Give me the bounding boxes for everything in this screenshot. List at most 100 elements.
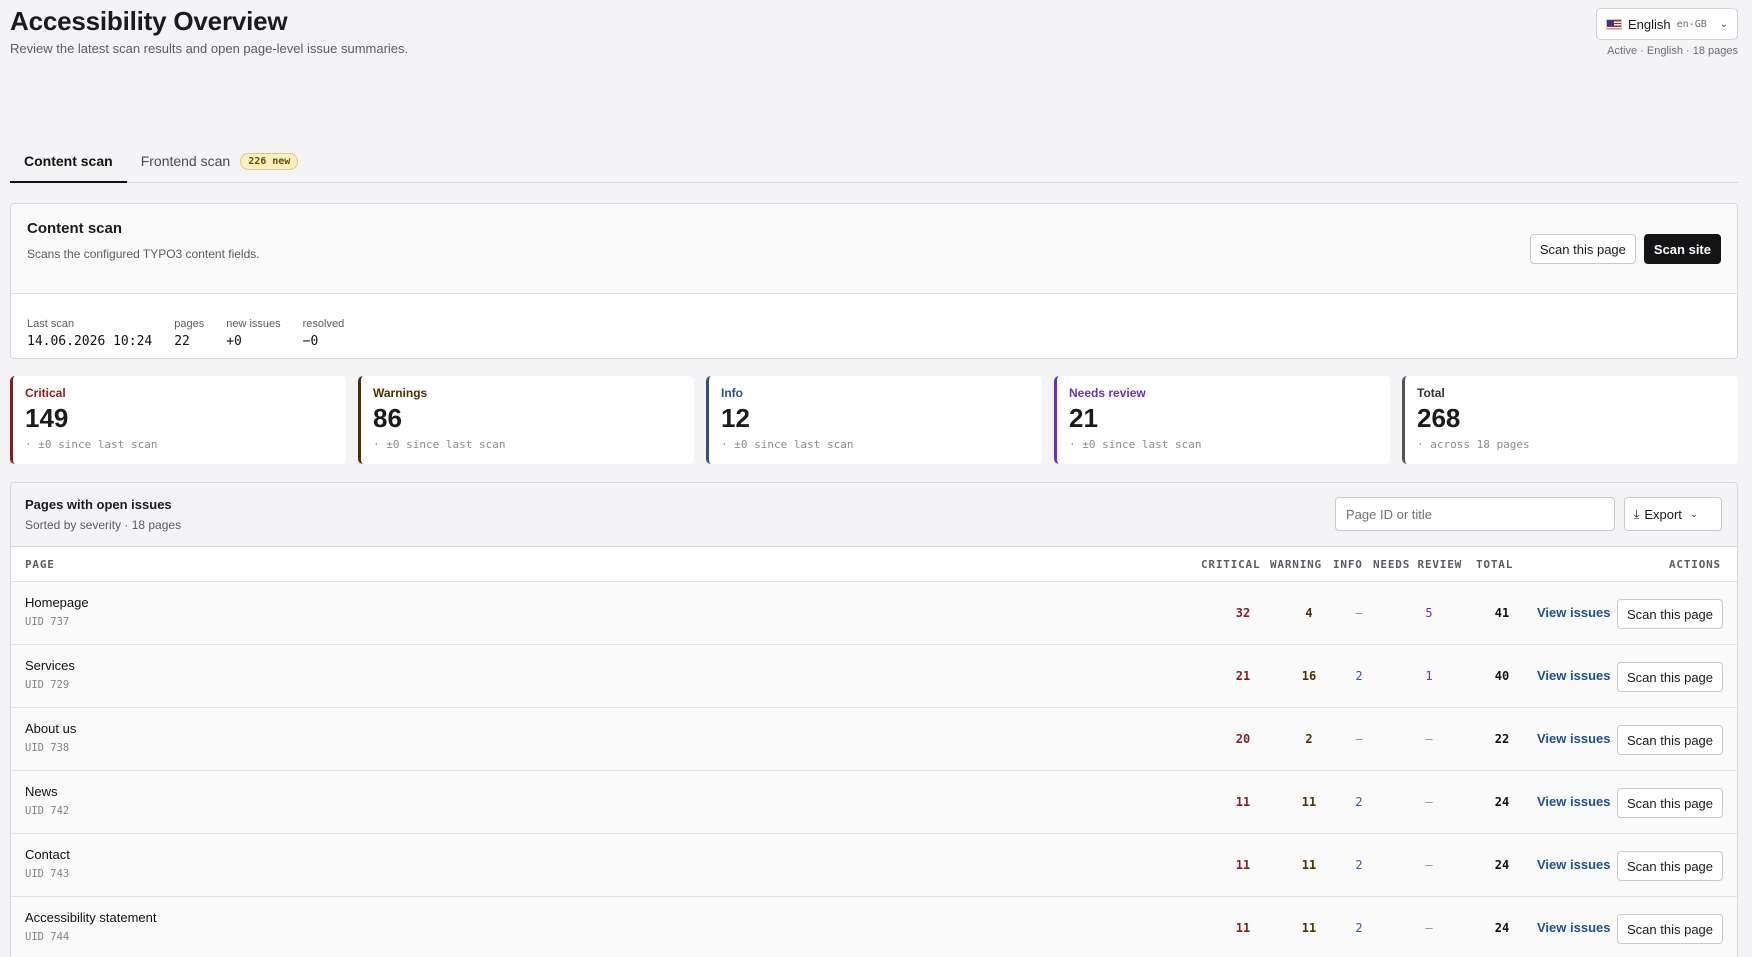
meta-last-scan: Last scan 14.06.2026 10:24 (27, 318, 153, 349)
stat-value: 268 (1417, 403, 1461, 433)
page-name[interactable]: Homepage (25, 595, 89, 610)
page-name[interactable]: Accessibility statement (25, 910, 157, 925)
col-actions: ACTIONS (1669, 558, 1721, 571)
col-info[interactable]: INFO (1333, 558, 1363, 571)
warning-count: 11 (1301, 795, 1317, 809)
stat-delta: · ±0 since last scan (25, 437, 158, 451)
critical-count: 11 (1235, 858, 1251, 872)
needs-review-count: 5 (1425, 606, 1433, 620)
scan-panel-description: Scans the configured TYPO3 content field… (27, 247, 260, 261)
col-total[interactable]: TOTAL (1476, 558, 1513, 571)
table-row[interactable]: About us UID 738 20 2 – – 22 View issues Scan th… (11, 708, 1737, 771)
meta-pages: pages 22 (174, 318, 205, 349)
total-count: 41 (1494, 606, 1510, 620)
col-warning[interactable]: WARNING (1270, 558, 1322, 571)
page-name[interactable]: Services (25, 658, 75, 673)
tab-frontend-scan[interactable]: Frontend scan 226 new (127, 143, 313, 183)
scan-site-button[interactable]: Scan site (1643, 234, 1721, 264)
page-subtitle: Review the latest scan results and open … (10, 41, 409, 56)
needs-review-count: – (1425, 921, 1433, 935)
stat-delta: · ±0 since last scan (721, 437, 854, 451)
meta-resolved: resolved −0 (302, 318, 345, 349)
new-count-badge: 226 new (240, 153, 299, 170)
table-title: Pages with open issues (25, 497, 172, 512)
warning-count: 2 (1305, 732, 1313, 746)
warning-count: 4 (1305, 606, 1313, 620)
table-row[interactable]: Services UID 729 21 16 2 1 40 View issues Scan t… (11, 645, 1737, 708)
language-code: en-GB (1676, 18, 1707, 30)
stat-warnings: Warnings 86 · ±0 since last scan (358, 376, 694, 464)
col-needs-review[interactable]: NEEDS REVIEW (1373, 558, 1462, 571)
stat-info: Info 12 · ±0 since last scan (706, 376, 1042, 464)
content-scan-panel: Content scan Scans the configured TYPO3 … (10, 203, 1738, 359)
page-uid: UID 743 (25, 868, 70, 880)
info-count: 2 (1355, 669, 1363, 683)
scan-page-button[interactable]: Scan this page (1617, 725, 1724, 755)
tab-label: Content scan (24, 153, 113, 169)
col-critical[interactable]: CRITICAL (1201, 558, 1260, 571)
scan-page-button[interactable]: Scan this page (1617, 914, 1724, 944)
table-body: Homepage UID 737 32 4 – 5 41 View issues Scan th… (11, 582, 1737, 957)
table-row[interactable]: Contact UID 743 11 11 2 – 24 View issues Scan th… (11, 834, 1737, 897)
page-uid: UID 742 (25, 805, 70, 817)
page-name[interactable]: News (25, 784, 58, 799)
table-row[interactable]: Accessibility statement UID 744 11 11 2 – 24 Vi… (11, 897, 1737, 957)
us-flag-icon (1606, 18, 1622, 30)
col-page[interactable]: PAGE (25, 558, 55, 571)
stat-value: 86 (373, 403, 402, 433)
stat-value: 12 (721, 403, 750, 433)
page-title: Accessibility Overview (10, 6, 288, 36)
scan-page-button[interactable]: Scan this page (1617, 788, 1724, 818)
total-count: 22 (1494, 732, 1510, 746)
page-name[interactable]: Contact (25, 847, 70, 862)
view-issues-link[interactable]: View issues (1537, 857, 1610, 872)
info-count: 2 (1355, 858, 1363, 872)
view-issues-link[interactable]: View issues (1537, 668, 1610, 683)
view-issues-link[interactable]: View issues (1537, 794, 1610, 809)
stat-label: Warnings (373, 386, 428, 400)
table-row[interactable]: Homepage UID 737 32 4 – 5 41 View issues Scan th… (11, 582, 1737, 645)
chevron-down-icon: ⌄ (1689, 508, 1699, 520)
critical-count: 21 (1235, 669, 1251, 683)
table-row[interactable]: News UID 742 11 11 2 – 24 View issues Scan this … (11, 771, 1737, 834)
scan-page-button[interactable]: Scan this page (1617, 851, 1724, 881)
page-uid: UID 729 (25, 679, 70, 691)
meta-new-issues: new issues +0 (226, 318, 281, 349)
chevron-down-icon: ⌄ (1719, 18, 1728, 30)
scan-page-button[interactable]: Scan this page (1617, 599, 1724, 629)
severity-stats: Critical 149 · ±0 since last scan Warnin… (10, 376, 1738, 464)
total-count: 24 (1494, 858, 1510, 872)
total-count: 40 (1494, 669, 1510, 683)
stat-needs-review: Needs review 21 · ±0 since last scan (1054, 376, 1390, 464)
tab-content-scan[interactable]: Content scan (10, 143, 127, 183)
scan-meta: Last scan 14.06.2026 10:24 pages 22 new … (27, 318, 344, 349)
scan-this-page-button[interactable]: Scan this page (1529, 234, 1636, 264)
warning-count: 11 (1301, 921, 1317, 935)
stat-delta: · ±0 since last scan (1069, 437, 1202, 451)
needs-review-count: – (1425, 858, 1433, 872)
page-search-input[interactable] (1335, 497, 1615, 531)
scan-page-button[interactable]: Scan this page (1617, 662, 1724, 692)
language-select[interactable]: English en-GB ⌄ (1596, 8, 1738, 40)
stat-critical: Critical 149 · ±0 since last scan (10, 376, 346, 464)
view-issues-link[interactable]: View issues (1537, 605, 1610, 620)
view-issues-link[interactable]: View issues (1537, 731, 1610, 746)
critical-count: 32 (1235, 606, 1251, 620)
stat-label: Info (721, 386, 743, 400)
critical-count: 11 (1235, 921, 1251, 935)
needs-review-count: – (1425, 795, 1433, 809)
export-label: Export (1644, 506, 1682, 522)
page-name[interactable]: About us (25, 721, 76, 736)
warning-count: 16 (1301, 669, 1317, 683)
stat-label: Total (1417, 386, 1445, 400)
info-count: – (1355, 606, 1363, 620)
info-count: 2 (1355, 795, 1363, 809)
language-label: English (1628, 16, 1671, 32)
info-count: 2 (1355, 921, 1363, 935)
stat-label: Critical (25, 386, 66, 400)
pages-table-panel: Pages with open issues Sorted by severit… (10, 482, 1738, 957)
stat-label: Needs review (1069, 386, 1146, 400)
view-issues-link[interactable]: View issues (1537, 920, 1610, 935)
stat-value: 149 (25, 403, 69, 433)
export-button[interactable]: ⤓ Export ⌄ (1624, 497, 1722, 531)
